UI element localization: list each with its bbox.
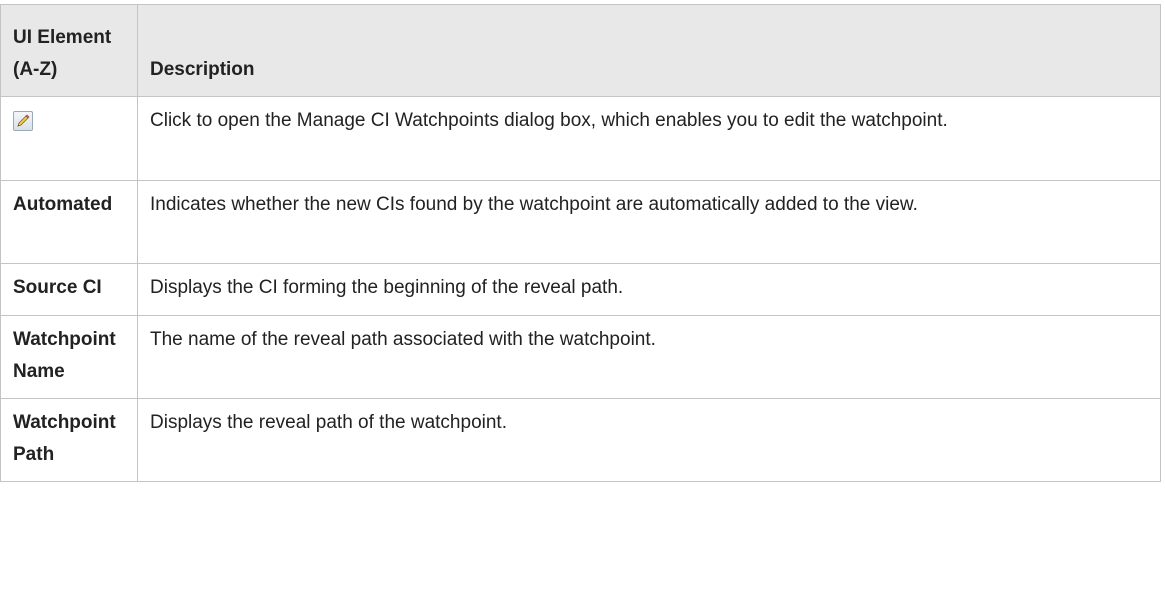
table-header: UI Element (A-Z) Description: [0, 4, 1161, 97]
header-description: Description: [137, 4, 1161, 97]
ui-element-cell: Watchpoint Name: [0, 315, 138, 399]
header-row: UI Element (A-Z) Description: [0, 4, 1161, 97]
table-row: Source CI Displays the CI forming the be…: [0, 263, 1161, 316]
table-row: Watchpoint Path Displays the reveal path…: [0, 398, 1161, 482]
table-row: Automated Indicates whether the new CIs …: [0, 180, 1161, 264]
ui-element-cell: Source CI: [0, 263, 138, 316]
description-cell: Indicates whether the new CIs found by t…: [137, 180, 1161, 264]
ui-elements-table: UI Element (A-Z) Description Click to op…: [0, 4, 1161, 482]
description-cell: Displays the reveal path of the watchpoi…: [137, 398, 1161, 482]
description-cell: Click to open the Manage CI Watchpoints …: [137, 96, 1161, 181]
table-row: Click to open the Manage CI Watchpoints …: [0, 96, 1161, 181]
description-cell: Displays the CI forming the beginning of…: [137, 263, 1161, 316]
table-row: Watchpoint Name The name of the reveal p…: [0, 315, 1161, 399]
ui-element-cell: Watchpoint Path: [0, 398, 138, 482]
ui-element-cell: Automated: [0, 180, 138, 264]
header-ui-element: UI Element (A-Z): [0, 4, 138, 97]
ui-element-cell: [0, 96, 138, 181]
table-body: Click to open the Manage CI Watchpoints …: [0, 96, 1161, 482]
edit-pencil-icon: [13, 111, 33, 131]
description-cell: The name of the reveal path associated w…: [137, 315, 1161, 399]
